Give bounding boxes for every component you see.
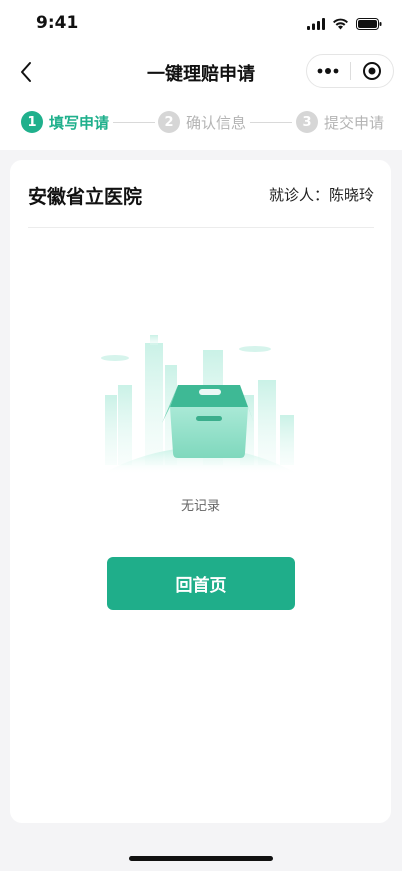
- home-indicator: [129, 856, 273, 861]
- step-3: 3 提交申请: [296, 111, 384, 133]
- step-connector: [250, 122, 292, 123]
- empty-box-illustration: [100, 335, 300, 475]
- card-divider: [28, 227, 374, 228]
- step-3-label: 提交申请: [324, 113, 385, 132]
- patient-label: 就诊人：: [268, 186, 329, 204]
- menu-capsule: [306, 54, 394, 88]
- home-button[interactable]: 回首页: [107, 557, 295, 610]
- status-bar: 9:41: [0, 0, 402, 48]
- target-circle-icon: [362, 62, 381, 80]
- step-connector: [113, 122, 155, 123]
- step-1: 1 填写申请: [21, 111, 109, 133]
- signal-icon: [307, 15, 325, 34]
- step-1-label: 填写申请: [49, 113, 110, 132]
- step-2: 2 确认信息: [158, 111, 246, 133]
- patient-info: 就诊人： 陈晓玲: [269, 184, 374, 205]
- hospital-name: 安徽省立医院: [28, 186, 143, 208]
- step-2-label: 确认信息: [186, 113, 247, 132]
- step-2-number: 2: [158, 111, 180, 133]
- step-indicator: 1 填写申请 2 确认信息 3 提交申请: [0, 96, 402, 150]
- step-3-number: 3: [296, 111, 318, 133]
- battery-icon: [356, 15, 382, 34]
- close-miniprogram-button[interactable]: [351, 55, 394, 87]
- record-card: 安徽省立医院 就诊人： 陈晓玲 无记录 回首页: [10, 160, 391, 823]
- empty-state-text: 无记录: [180, 499, 220, 514]
- navigation-bar: 一键理赔申请: [0, 48, 402, 96]
- step-1-number: 1: [21, 111, 43, 133]
- status-icons: [307, 15, 382, 34]
- more-dots-icon: [317, 68, 339, 74]
- more-button[interactable]: [307, 55, 350, 87]
- patient-name: 陈晓玲: [328, 186, 374, 204]
- status-time: 9:41: [36, 13, 79, 33]
- wifi-icon: [332, 15, 349, 34]
